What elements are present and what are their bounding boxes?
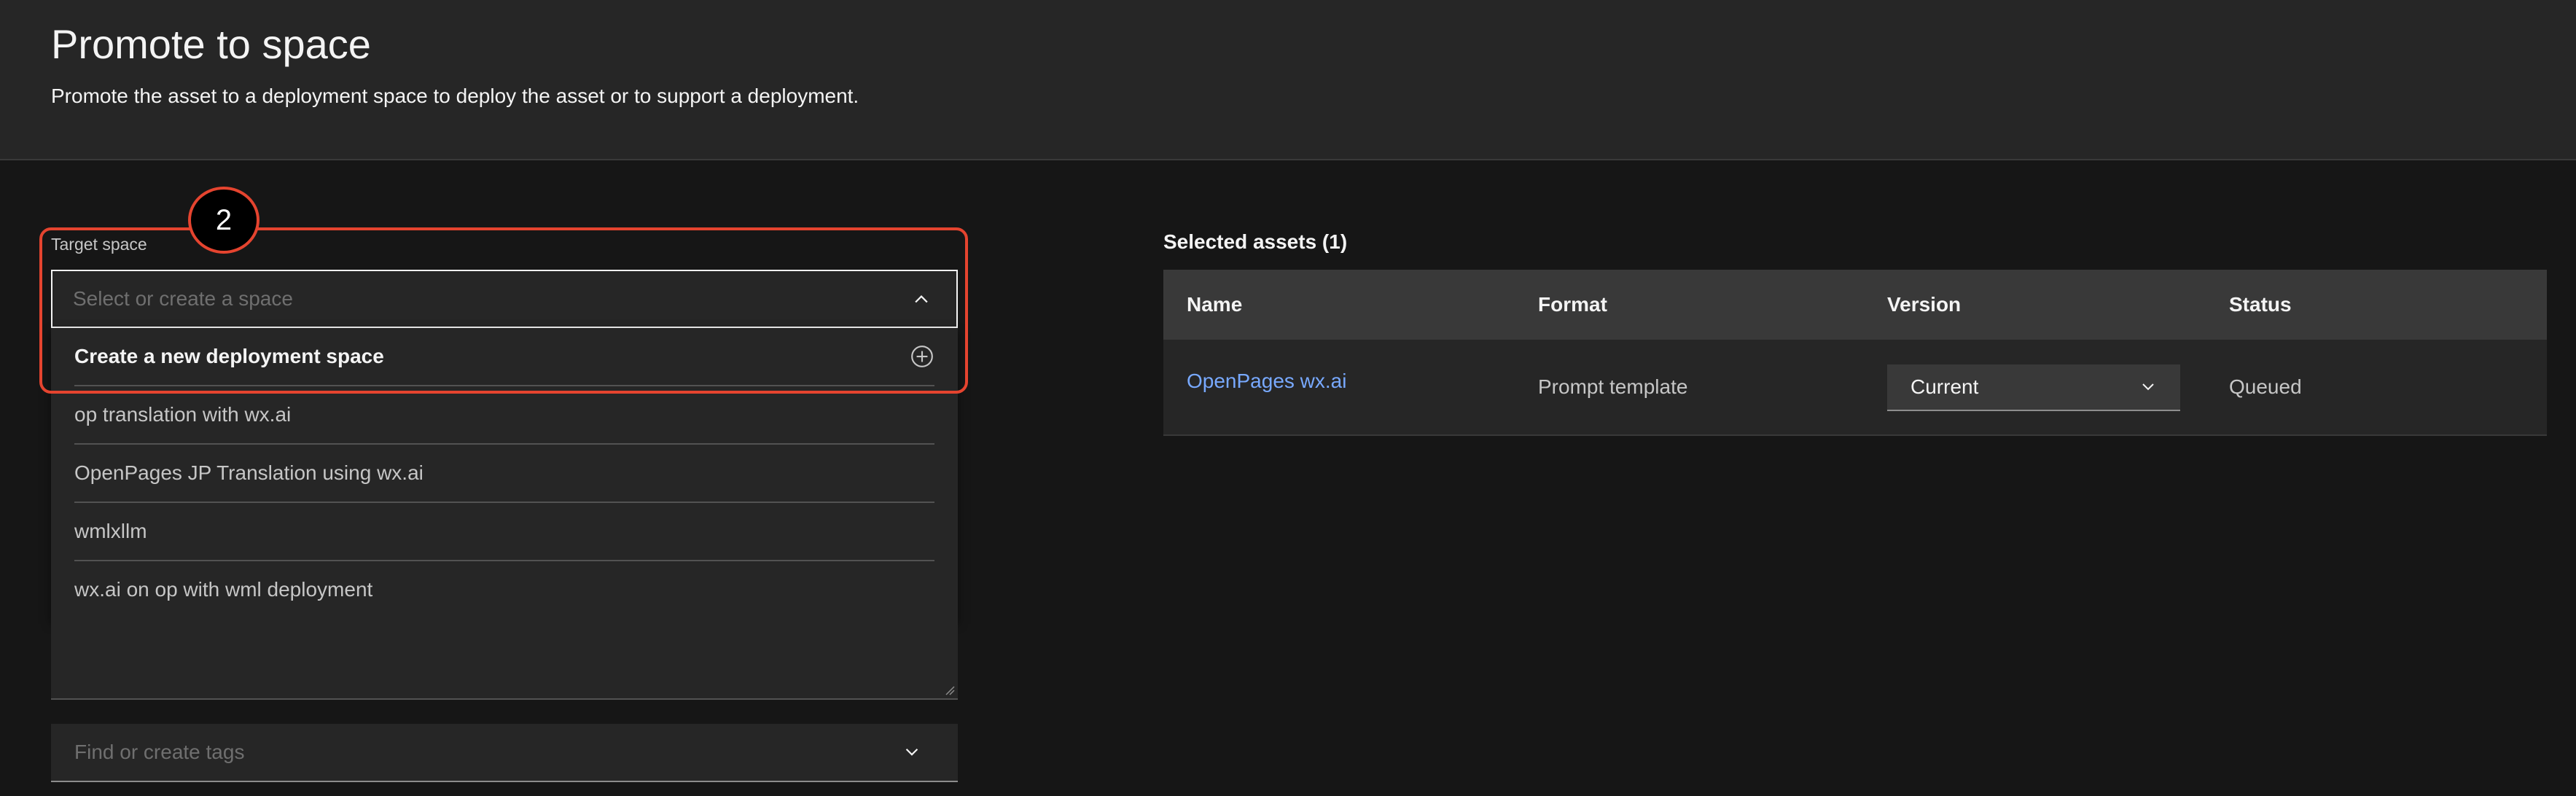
version-select[interactable]: Current: [1887, 364, 2180, 411]
asset-status: Queued: [2229, 375, 2302, 398]
tags-input[interactable]: [74, 724, 876, 781]
page-title: Promote to space: [51, 21, 371, 67]
table-row: OpenPages wx.ai Prompt template Current …: [1163, 340, 2547, 436]
table-header: Name Format Version Status: [1163, 270, 2547, 340]
column-header-version: Version: [1887, 293, 1962, 316]
space-option[interactable]: wmlxllm: [74, 503, 934, 561]
annotation-highlight-box: [39, 227, 968, 394]
selected-assets-title: Selected assets (1): [1163, 230, 1348, 253]
step-number-badge: 2: [188, 187, 259, 254]
tags-combobox[interactable]: [51, 724, 958, 782]
asset-name-link[interactable]: OpenPages wx.ai: [1187, 340, 1346, 434]
asset-format: Prompt template: [1538, 375, 1688, 398]
chevron-down-icon[interactable]: [899, 740, 924, 765]
space-option[interactable]: OpenPages JP Translation using wx.ai: [74, 445, 934, 503]
column-header-format: Format: [1538, 293, 1607, 316]
resize-grip-icon[interactable]: [943, 684, 955, 695]
space-option[interactable]: wx.ai on op with wml deployment: [74, 561, 934, 620]
column-header-name: Name: [1187, 293, 1243, 316]
description-textarea[interactable]: [51, 620, 958, 700]
page-subtitle: Promote the asset to a deployment space …: [51, 85, 859, 107]
chevron-down-icon: [2142, 383, 2154, 391]
page-header: Promote to space Promote the asset to a …: [0, 0, 2576, 160]
space-option[interactable]: op translation with wx.ai: [74, 386, 934, 445]
selected-assets-table: Name Format Version Status OpenPages wx.…: [1163, 270, 2547, 436]
version-value: Current: [1910, 375, 1979, 398]
column-header-status: Status: [2229, 293, 2292, 316]
